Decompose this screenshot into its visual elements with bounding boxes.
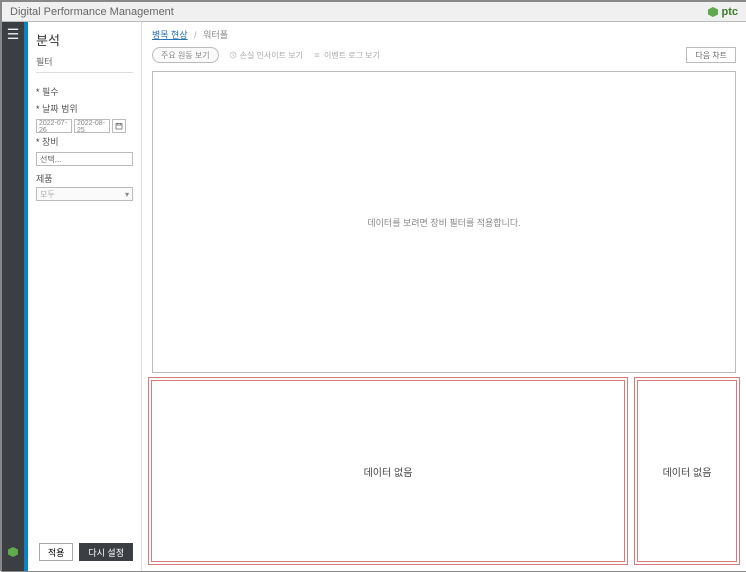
filter-section-label: 필터: [36, 55, 133, 73]
date-range-label: 날짜 범위: [36, 102, 133, 115]
filter-panel: 분석 필터 필수 날짜 범위 2022-07-26 2022-08-25 장비 …: [28, 22, 142, 571]
material-label: 제품: [36, 172, 133, 185]
calendar-icon: [115, 122, 123, 130]
date-from-input[interactable]: 2022-07-26: [36, 119, 72, 133]
list-icon: [313, 51, 321, 59]
waterfall-chart-placeholder: 데이터를 보려면 장비 필터를 적용합니다.: [152, 71, 736, 373]
main-content: 병목 현상 / 워터폴 주요 원동 보기 손실 인사이트 보기 이벤트 로그 보…: [142, 22, 746, 571]
material-select[interactable]: 모두 ▾: [36, 187, 133, 201]
equipment-select[interactable]: 선택...: [36, 152, 133, 166]
loss-insights-button[interactable]: 손실 인사이트 보기: [229, 50, 303, 61]
breadcrumb-root[interactable]: 병목 현상: [152, 30, 188, 40]
brand-logo: ptc: [707, 6, 739, 18]
summary-button[interactable]: 주요 원동 보기: [152, 47, 219, 63]
no-data-left: 데이터 없음: [364, 464, 413, 479]
bottom-left-panel: 데이터 없음: [148, 377, 628, 565]
material-value: 모두: [40, 189, 55, 200]
date-to-input[interactable]: 2022-08-25: [74, 119, 110, 133]
brand-icon: [707, 6, 719, 18]
event-log-label: 이벤트 로그 보기: [324, 50, 380, 61]
breadcrumb-current: 워터폴: [203, 30, 228, 40]
chevron-down-icon: ▾: [125, 190, 129, 199]
toolbar: 주요 원동 보기 손실 인사이트 보기 이벤트 로그 보기 다음 차트: [142, 43, 746, 69]
chart-empty-message: 데이터를 보려면 장비 필터를 적용합니다.: [367, 216, 520, 229]
breadcrumb-sep: /: [194, 30, 197, 40]
calendar-button[interactable]: [112, 119, 126, 133]
reset-button[interactable]: 다시 설정: [79, 543, 133, 561]
bottom-right-panel: 데이터 없음: [634, 377, 740, 565]
brand-text: ptc: [722, 6, 739, 18]
page-title: 분석: [36, 30, 133, 49]
no-data-right: 데이터 없음: [663, 464, 712, 479]
insight-icon: [229, 51, 237, 59]
breadcrumb: 병목 현상 / 워터폴: [142, 22, 746, 43]
nav-rail: ☰: [2, 22, 24, 571]
required-group-label: 필수: [36, 85, 133, 98]
loss-insights-label: 손실 인사이트 보기: [240, 50, 303, 61]
event-log-button[interactable]: 이벤트 로그 보기: [313, 50, 380, 61]
rail-app-icon[interactable]: [7, 546, 19, 561]
app-header: Digital Performance Management ptc: [2, 2, 746, 22]
equipment-value: 선택...: [40, 154, 61, 165]
apply-button[interactable]: 적용: [39, 543, 74, 561]
hamburger-icon[interactable]: ☰: [7, 26, 20, 43]
next-chart-button[interactable]: 다음 차트: [686, 47, 736, 63]
app-title: Digital Performance Management: [10, 6, 174, 18]
equipment-label: 장비: [36, 135, 133, 148]
